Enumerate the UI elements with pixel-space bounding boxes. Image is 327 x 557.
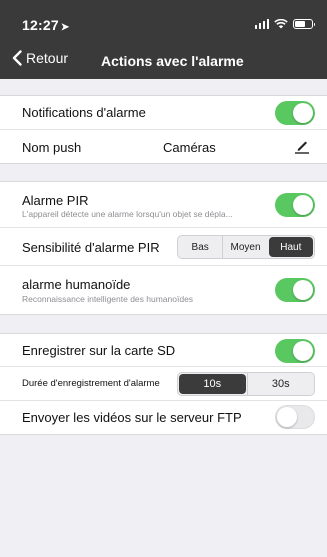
wifi-icon <box>274 19 288 29</box>
pir-toggle[interactable] <box>275 193 315 217</box>
notifications-label: Notifications d'alarme <box>22 105 146 120</box>
chevron-left-icon <box>12 50 22 66</box>
battery-icon <box>293 19 315 29</box>
duration-option-30s[interactable]: 30s <box>246 373 315 395</box>
sensitivity-option-moyen[interactable]: Moyen <box>222 236 267 258</box>
pir-label: Alarme PIR <box>22 193 89 208</box>
ftp-row: Envoyer les vidéos sur le serveur FTP <box>0 401 327 434</box>
page-title: Actions avec l'alarme <box>101 53 244 69</box>
location-arrow-icon: ➤ <box>60 22 70 33</box>
recording-section: Enregistrer sur la carte SD Durée d'enre… <box>0 333 327 435</box>
back-label: Retour <box>26 50 69 66</box>
pir-subtitle: L'appareil détecte une alarme lorsqu'un … <box>22 209 233 219</box>
sensitivity-option-haut[interactable]: Haut <box>268 237 313 257</box>
status-bar: 12:27 ➤ <box>0 0 327 44</box>
pir-sensitivity-row: Sensibilité d'alarme PIR Bas Moyen Haut <box>0 228 327 266</box>
pir-section: Alarme PIR L'appareil détecte une alarme… <box>0 181 327 315</box>
push-name-value: Caméras <box>163 140 216 155</box>
humanoid-subtitle: Reconnaissance intelligente des humanoïd… <box>22 294 194 304</box>
recording-duration-row: Durée d'enregistrement d'alarme 10s 30s <box>0 367 327 401</box>
status-icons <box>254 19 315 29</box>
notifications-row: Notifications d'alarme <box>0 96 327 130</box>
duration-option-10s[interactable]: 10s <box>179 374 246 394</box>
navigation-bar: Retour Actions avec l'alarme <box>0 44 327 79</box>
notifications-section: Notifications d'alarme Nom push Caméras <box>0 95 327 164</box>
notifications-toggle[interactable] <box>275 101 315 125</box>
ftp-label: Envoyer les vidéos sur le serveur FTP <box>22 410 242 425</box>
pir-row: Alarme PIR L'appareil détecte une alarme… <box>0 182 327 228</box>
time-text: 12:27 <box>22 17 59 33</box>
sd-card-row: Enregistrer sur la carte SD <box>0 334 327 367</box>
status-time: 12:27 ➤ <box>22 17 69 33</box>
sd-card-label: Enregistrer sur la carte SD <box>22 343 176 358</box>
sensitivity-option-bas[interactable]: Bas <box>178 236 222 258</box>
sd-card-toggle[interactable] <box>275 339 315 363</box>
humanoid-row: alarme humanoïde Reconnaissance intellig… <box>0 266 327 314</box>
push-name-row[interactable]: Nom push Caméras <box>0 130 327 164</box>
edit-pencil-icon[interactable] <box>294 138 310 154</box>
pir-sensitivity-segmented: Bas Moyen Haut <box>177 235 315 259</box>
ftp-toggle[interactable] <box>275 405 315 429</box>
back-button[interactable]: Retour <box>12 50 68 66</box>
humanoid-toggle[interactable] <box>275 278 315 302</box>
humanoid-label: alarme humanoïde <box>22 277 131 292</box>
recording-duration-label: Durée d'enregistrement d'alarme <box>22 378 160 389</box>
recording-duration-segmented: 10s 30s <box>177 372 315 396</box>
cellular-signal-icon <box>254 19 269 29</box>
top-bar: 12:27 ➤ Retour Actions avec l'alarme <box>0 0 327 79</box>
pir-sensitivity-label: Sensibilité d'alarme PIR <box>22 240 160 255</box>
push-name-label: Nom push <box>22 140 82 155</box>
